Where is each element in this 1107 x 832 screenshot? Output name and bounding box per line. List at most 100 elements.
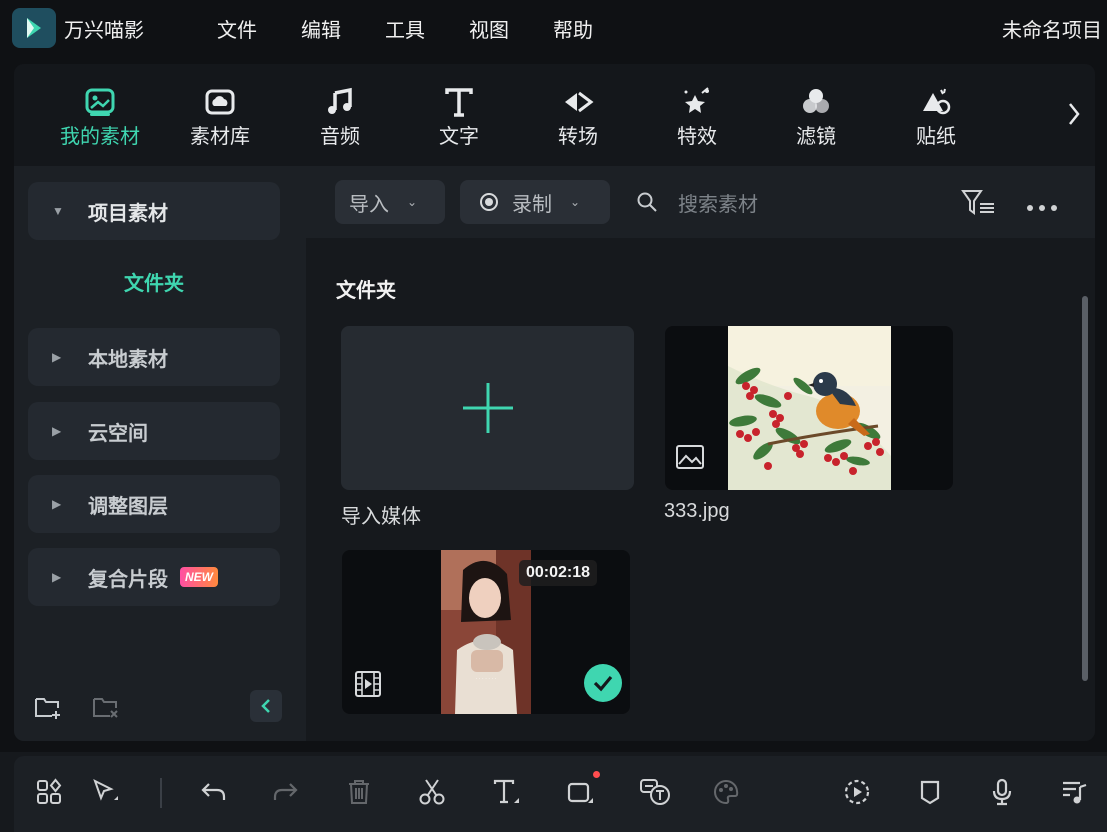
selected-check-icon <box>584 664 622 702</box>
menu-view[interactable]: 视图 <box>469 14 509 43</box>
tab-label: 文字 <box>439 126 479 148</box>
tab-label: 特效 <box>677 126 717 148</box>
effects-icon <box>684 87 709 113</box>
sidebar-item-label: 调整图层 <box>88 495 168 518</box>
speech-to-text-button[interactable] <box>637 776 673 808</box>
redo-button[interactable] <box>270 776 302 808</box>
project-title: 未命名项目 <box>1002 20 1102 42</box>
add-text-button[interactable] <box>490 776 522 808</box>
media-item-video[interactable]: · · · · · · · 00:02:18 <box>342 550 630 714</box>
filter-bar: 导入 ⌄ 录制 ⌄ 搜索素材 <box>306 166 1095 238</box>
tab-label: 我的素材 <box>60 126 140 148</box>
menu-edit[interactable]: 编辑 <box>301 14 341 43</box>
scissors-icon <box>419 779 445 805</box>
filter-button[interactable] <box>960 188 996 221</box>
tab-my-media[interactable]: 我的素材 <box>60 84 140 149</box>
record-icon <box>480 193 498 211</box>
marker-button[interactable] <box>914 776 946 808</box>
video-duration: 00:02:18 <box>519 560 598 586</box>
video-type-icon <box>354 670 382 703</box>
music-list-icon <box>1063 781 1087 804</box>
layout-button[interactable] <box>33 776 65 808</box>
tab-label: 素材库 <box>190 126 250 148</box>
caret-right-icon: ▶ <box>52 424 62 438</box>
transition-icon <box>565 91 594 113</box>
caret-right-icon: ▶ <box>52 350 62 364</box>
tab-effects[interactable]: 特效 <box>657 84 737 149</box>
sidebar-item-local-media[interactable]: ▶ 本地素材 <box>28 328 280 386</box>
delete-button[interactable] <box>343 776 375 808</box>
sidebar-subitem-folder[interactable]: 文件夹 <box>28 266 280 302</box>
search-field[interactable]: 搜索素材 <box>636 180 758 224</box>
image-thumbnail <box>728 326 891 490</box>
record-dropdown[interactable]: 录制 ⌄ <box>460 180 610 224</box>
menu-bar: 文件 编辑 工具 视图 帮助 <box>217 14 593 43</box>
more-options-button[interactable] <box>1026 192 1058 218</box>
tab-transition[interactable]: 转场 <box>538 84 618 149</box>
tab-filters[interactable]: 滤镜 <box>776 84 856 149</box>
sidebar-item-adjustment-layer[interactable]: ▶ 调整图层 <box>28 475 280 533</box>
text-tool-icon <box>493 779 519 804</box>
sidebar-item-cloud[interactable]: ▶ 云空间 <box>28 402 280 460</box>
chevron-right-icon <box>1069 103 1080 125</box>
more-dots-icon <box>1027 205 1057 211</box>
import-dropdown[interactable]: 导入 ⌄ <box>335 180 445 224</box>
marker-shield-icon <box>920 780 940 805</box>
text-t-icon <box>445 88 473 117</box>
music-note-icon <box>328 87 352 114</box>
sidebar: ▼ 项目素材 文件夹 ▶ 本地素材 ▶ 云空间 ▶ 调整图层 ▶ 复合片段 NE… <box>14 166 306 741</box>
tab-text[interactable]: 文字 <box>419 84 499 149</box>
record-label: 录制 <box>512 193 552 216</box>
menu-help[interactable]: 帮助 <box>553 14 593 43</box>
image-type-icon <box>675 444 705 475</box>
media-panel: 我的素材 素材库 音频 文字 转场 特效 滤镜 贴纸 ▼ 项目素材 文件夹 ▶ … <box>14 64 1095 741</box>
sidebar-item-compound-clip[interactable]: ▶ 复合片段 NEW <box>28 548 280 606</box>
delete-folder-button[interactable] <box>92 694 120 725</box>
media-content: 导入 ⌄ 录制 ⌄ 搜索素材 文件夹 导入媒体 333.jpg · · · · … <box>306 166 1095 741</box>
sidebar-item-project-media[interactable]: ▼ 项目素材 <box>28 182 280 240</box>
sidebar-footer <box>14 686 306 726</box>
chevron-down-icon: ⌄ <box>570 195 581 209</box>
color-palette-button[interactable] <box>710 776 742 808</box>
split-button[interactable] <box>416 776 448 808</box>
undo-icon <box>201 783 226 800</box>
import-media-label: 导入媒体 <box>341 506 421 528</box>
crop-button[interactable] <box>564 776 596 808</box>
tab-library[interactable]: 素材库 <box>180 84 260 149</box>
search-placeholder: 搜索素材 <box>678 193 758 216</box>
audio-list-button[interactable] <box>1058 776 1090 808</box>
media-filename: 333.jpg <box>664 500 730 522</box>
chevron-left-icon <box>261 699 270 713</box>
tab-label: 音频 <box>320 126 360 148</box>
category-toolbar: 我的素材 素材库 音频 文字 转场 特效 滤镜 贴纸 <box>14 64 1095 166</box>
app-logo <box>12 8 56 48</box>
speech-text-icon <box>640 779 670 805</box>
caret-right-icon: ▶ <box>52 570 62 584</box>
folder-add-icon <box>35 698 60 719</box>
auto-highlight-button[interactable] <box>841 776 873 808</box>
redo-icon <box>273 783 298 800</box>
content-scrollbar[interactable] <box>1082 296 1088 681</box>
my-media-icon <box>85 88 115 116</box>
media-item-image[interactable] <box>665 326 953 490</box>
menu-tools[interactable]: 工具 <box>385 14 425 43</box>
import-label: 导入 <box>349 193 389 216</box>
scroll-right-button[interactable] <box>1062 96 1086 132</box>
svg-text:· · · · · · ·: · · · · · · · <box>476 676 497 682</box>
collapse-sidebar-button[interactable] <box>250 690 282 722</box>
tab-stickers[interactable]: 贴纸 <box>896 84 976 149</box>
notification-dot <box>593 771 600 778</box>
select-tool-button[interactable] <box>90 776 122 808</box>
video-thumbnail: · · · · · · · <box>441 550 531 714</box>
folder-delete-icon <box>93 698 118 718</box>
tab-audio[interactable]: 音频 <box>300 84 380 149</box>
undo-button[interactable] <box>197 776 229 808</box>
new-folder-button[interactable] <box>34 694 62 725</box>
app-name: 万兴喵影 <box>64 20 144 42</box>
menu-file[interactable]: 文件 <box>217 14 257 43</box>
voiceover-button[interactable] <box>986 776 1018 808</box>
import-media-card[interactable] <box>341 326 634 490</box>
title-bar: 万兴喵影 文件 编辑 工具 视图 帮助 未命名项目 <box>0 0 1107 56</box>
crop-rectangle-icon <box>567 782 593 803</box>
palette-icon <box>714 779 739 805</box>
